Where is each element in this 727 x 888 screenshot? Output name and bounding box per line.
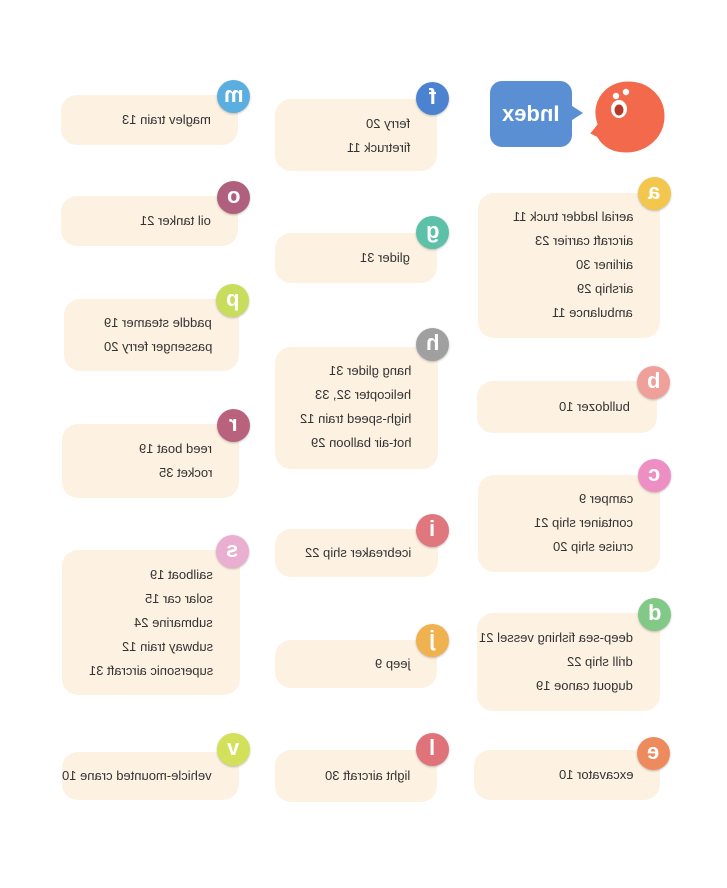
index-entry: rocket 35 <box>158 465 212 480</box>
index-entry: ambulance 11 <box>552 305 633 320</box>
index-card-c: camper 9 container ship 21 cruise ship 2… <box>478 475 660 572</box>
page-title: Index <box>502 101 560 126</box>
index-card-r: reed boat 19 rocket 35 <box>62 424 239 498</box>
index-entry: camper 9 <box>578 491 633 506</box>
index-entry: ferry 20 <box>365 116 410 131</box>
index-entry: drill ship 22 <box>567 654 633 669</box>
index-card-j: jeep 9 <box>275 640 437 688</box>
index-card-f: ferry 20 firetruck 11 <box>275 99 437 171</box>
index-entry: oil tanker 21 <box>140 213 211 228</box>
badge-letter-h: h <box>416 328 449 361</box>
index-entry: solar car 15 <box>145 591 213 606</box>
index-entry: aerial ladder truck 11 <box>512 209 633 224</box>
index-entry: excavator 10 <box>558 767 633 782</box>
index-entry: bulldozer 10 <box>559 399 630 414</box>
index-entry: dugout canoe 19 <box>536 678 633 693</box>
index-entry: cruise ship 20 <box>552 539 633 554</box>
badge-letter-p: p <box>216 284 249 317</box>
index-entry: maglev train 13 <box>122 112 211 127</box>
index-entry: submarine 24 <box>134 615 213 630</box>
badge-letter-v: v <box>217 733 250 766</box>
index-entry: firetruck 11 <box>346 140 410 155</box>
index-page: Index maglev train 13 m ferry 20 firetru… <box>0 0 727 888</box>
index-card-o: oil tanker 21 <box>61 196 238 246</box>
index-entry: subway train 12 <box>121 639 213 654</box>
badge-letter-d: d <box>638 598 671 631</box>
index-entry: container ship 21 <box>533 515 633 530</box>
badge-letter-i: i <box>416 514 449 547</box>
badge-letter-m: m <box>217 80 250 113</box>
index-entry: passenger ferry 20 <box>103 339 212 354</box>
index-entry: light aircraft 30 <box>324 768 410 783</box>
index-card-a: aerial ladder truck 11 aircraft carrier … <box>478 193 660 338</box>
index-entry: paddle steamer 19 <box>104 315 212 330</box>
badge-letter-j: j <box>416 624 449 657</box>
badge-letter-s: s <box>216 535 249 568</box>
index-title-bubble: Index <box>490 81 572 147</box>
index-entry: airship 29 <box>576 281 633 296</box>
badge-letter-f: f <box>416 82 449 115</box>
index-entry: aircraft carrier 23 <box>534 233 633 248</box>
index-card-h: hang glider 31 helicopter 32, 33 high-sp… <box>275 347 438 469</box>
index-entry: sailboat 19 <box>150 567 213 582</box>
index-card-s: sailboat 19 solar car 15 submarine 24 su… <box>62 550 240 695</box>
index-card-i: icebreaker ship 22 <box>275 529 438 577</box>
index-card-g: glider 31 <box>275 233 437 283</box>
index-entry: hang glider 31 <box>328 363 411 378</box>
index-entry: reed boat 19 <box>138 441 212 456</box>
badge-letter-e: e <box>637 737 670 770</box>
index-entry: supersonic aircraft 31 <box>88 663 213 678</box>
badge-letter-g: g <box>416 216 449 249</box>
badge-letter-a: a <box>638 177 671 210</box>
index-entry: airliner 30 <box>575 257 633 272</box>
index-card-m: maglev train 13 <box>61 95 238 145</box>
badge-letter-l: l <box>416 733 449 766</box>
index-entry: icebreaker ship 22 <box>304 545 411 560</box>
bubble-tail <box>569 104 583 122</box>
index-card-v: vehicle-mounted crane 10 <box>62 752 239 800</box>
index-entry: jeep 9 <box>374 656 410 671</box>
index-entry: helicopter 32, 33 <box>314 387 411 402</box>
badge-letter-r: r <box>217 409 250 442</box>
index-card-b: bulldozer 10 <box>477 381 657 433</box>
index-card-p: paddle steamer 19 passenger ferry 20 <box>64 299 239 371</box>
index-entry: vehicle-mounted crane 10 <box>62 768 212 783</box>
badge-letter-b: b <box>637 366 670 399</box>
index-card-l: light aircraft 30 <box>275 750 437 802</box>
badge-letter-o: o <box>217 181 250 214</box>
index-entry: deep-sea fishing vessel 21 <box>479 630 633 645</box>
index-entry: glider 31 <box>360 250 410 265</box>
index-card-e: excavator 10 <box>474 750 660 800</box>
index-entry: high-speed train 12 <box>299 411 411 426</box>
index-card-d: deep-sea fishing vessel 21 drill ship 22… <box>477 613 660 711</box>
badge-letter-c: c <box>638 459 671 492</box>
blob-mascot-icon <box>585 78 668 156</box>
index-entry: hot-air balloon 29 <box>310 435 411 450</box>
